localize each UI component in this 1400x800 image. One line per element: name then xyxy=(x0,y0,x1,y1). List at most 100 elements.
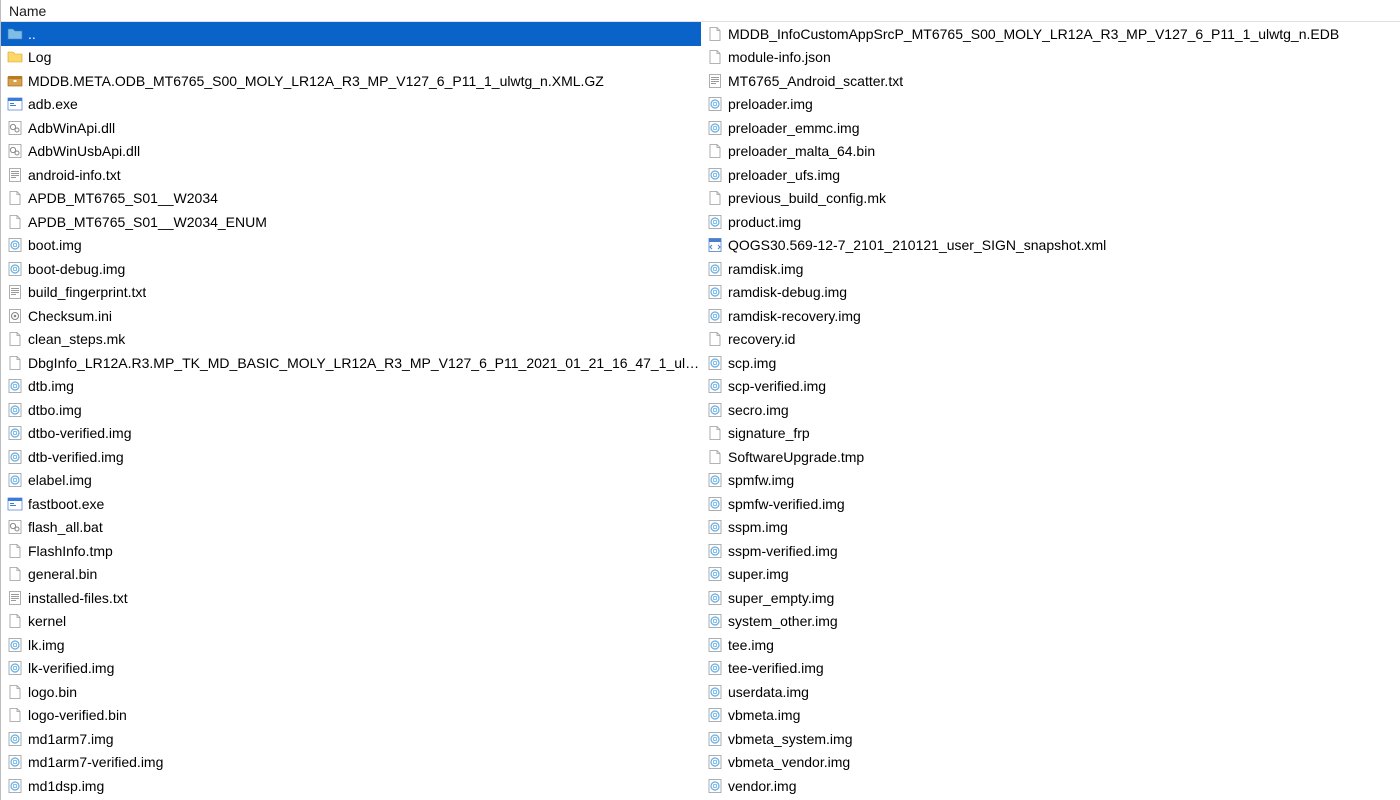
file-row[interactable]: userdata.img xyxy=(701,680,1400,704)
file-row[interactable]: kernel xyxy=(1,610,701,634)
file-row[interactable]: preloader_emmc.img xyxy=(701,116,1400,140)
file-row[interactable]: logo.bin xyxy=(1,680,701,704)
archive-icon xyxy=(7,73,23,89)
file-row[interactable]: md1arm7.img xyxy=(1,727,701,751)
file-row[interactable]: fastboot.exe xyxy=(1,492,701,516)
img-icon xyxy=(707,214,723,230)
xml-icon xyxy=(707,237,723,253)
file-row[interactable]: general.bin xyxy=(1,563,701,587)
file-row[interactable]: boot.img xyxy=(1,234,701,258)
file-icon xyxy=(7,613,23,629)
file-row[interactable]: logo-verified.bin xyxy=(1,704,701,728)
file-row[interactable]: clean_steps.mk xyxy=(1,328,701,352)
img-icon xyxy=(707,778,723,794)
file-name-label: vbmeta_vendor.img xyxy=(728,754,850,770)
column-header-row: Name xyxy=(1,0,1400,22)
file-name-label: dtb-verified.img xyxy=(28,449,124,465)
file-row[interactable]: ramdisk.img xyxy=(701,257,1400,281)
file-row[interactable]: FlashInfo.tmp xyxy=(1,539,701,563)
file-row[interactable]: vbmeta.img xyxy=(701,704,1400,728)
file-row[interactable]: module-info.json xyxy=(701,46,1400,70)
file-name-label: Log xyxy=(28,49,51,65)
file-row[interactable]: adb.exe xyxy=(1,93,701,117)
file-name-label: Checksum.ini xyxy=(28,308,112,324)
column-header-name[interactable]: Name xyxy=(7,3,707,19)
file-row[interactable]: tee.img xyxy=(701,633,1400,657)
file-icon xyxy=(7,214,23,230)
file-row[interactable]: lk.img xyxy=(1,633,701,657)
file-row[interactable]: QOGS30.569-12-7_2101_210121_user_SIGN_sn… xyxy=(701,234,1400,258)
file-row[interactable]: spmfw.img xyxy=(701,469,1400,493)
file-row[interactable]: md1dsp.img xyxy=(1,774,701,798)
file-row[interactable]: sspm-verified.img xyxy=(701,539,1400,563)
file-icon xyxy=(707,425,723,441)
text-icon xyxy=(7,284,23,300)
file-row[interactable]: preloader_ufs.img xyxy=(701,163,1400,187)
file-row[interactable]: lk-verified.img xyxy=(1,657,701,681)
img-icon xyxy=(7,660,23,676)
file-row[interactable]: APDB_MT6765_S01__W2034_ENUM xyxy=(1,210,701,234)
file-row[interactable]: scp-verified.img xyxy=(701,375,1400,399)
file-icon xyxy=(7,543,23,559)
file-name-label: adb.exe xyxy=(28,96,78,112)
file-row[interactable]: vbmeta_vendor.img xyxy=(701,751,1400,775)
exe-icon xyxy=(7,496,23,512)
file-row[interactable]: spmfw-verified.img xyxy=(701,492,1400,516)
file-row[interactable]: flash_all.bat xyxy=(1,516,701,540)
file-row[interactable]: preloader_malta_64.bin xyxy=(701,140,1400,164)
file-name-label: ramdisk-debug.img xyxy=(728,284,847,300)
file-row[interactable]: preloader.img xyxy=(701,93,1400,117)
file-row[interactable]: product.img xyxy=(701,210,1400,234)
file-row[interactable]: AdbWinUsbApi.dll xyxy=(1,140,701,164)
img-icon xyxy=(707,472,723,488)
file-row[interactable]: elabel.img xyxy=(1,469,701,493)
file-row[interactable]: vendor.img xyxy=(701,774,1400,798)
img-icon xyxy=(707,566,723,582)
file-row[interactable]: .. xyxy=(1,22,701,46)
file-row[interactable]: dtbo-verified.img xyxy=(1,422,701,446)
file-row[interactable]: previous_build_config.mk xyxy=(701,187,1400,211)
file-row[interactable]: super.img xyxy=(701,563,1400,587)
file-area[interactable]: .. Log MDDB.META.ODB_MT6765_S00_MOLY_LR12A… xyxy=(1,22,1400,800)
file-row[interactable]: md1arm7-verified.img xyxy=(1,751,701,775)
file-row[interactable]: SoftwareUpgrade.tmp xyxy=(701,445,1400,469)
file-row[interactable]: ramdisk-recovery.img xyxy=(701,304,1400,328)
img-icon xyxy=(7,425,23,441)
img-icon xyxy=(7,237,23,253)
file-row[interactable]: dtb-verified.img xyxy=(1,445,701,469)
file-row[interactable]: boot-debug.img xyxy=(1,257,701,281)
file-row[interactable]: android-info.txt xyxy=(1,163,701,187)
file-row[interactable]: build_fingerprint.txt xyxy=(1,281,701,305)
file-row[interactable]: dtb.img xyxy=(1,375,701,399)
file-row[interactable]: MDDB.META.ODB_MT6765_S00_MOLY_LR12A_R3_M… xyxy=(1,69,701,93)
text-icon xyxy=(7,167,23,183)
file-row[interactable]: installed-files.txt xyxy=(1,586,701,610)
img-icon xyxy=(7,449,23,465)
file-row[interactable]: Checksum.ini xyxy=(1,304,701,328)
file-row[interactable]: dtbo.img xyxy=(1,398,701,422)
file-row[interactable]: MT6765_Android_scatter.txt xyxy=(701,69,1400,93)
img-icon xyxy=(707,96,723,112)
file-row[interactable]: recovery.id xyxy=(701,328,1400,352)
file-name-label: lk.img xyxy=(28,637,65,653)
file-row[interactable]: APDB_MT6765_S01__W2034 xyxy=(1,187,701,211)
file-row[interactable]: super_empty.img xyxy=(701,586,1400,610)
file-row[interactable]: vbmeta_system.img xyxy=(701,727,1400,751)
text-icon xyxy=(7,590,23,606)
file-row[interactable]: MDDB_InfoCustomAppSrcP_MT6765_S00_MOLY_L… xyxy=(701,22,1400,46)
file-name-label: elabel.img xyxy=(28,472,92,488)
file-row[interactable]: secro.img xyxy=(701,398,1400,422)
file-row[interactable]: AdbWinApi.dll xyxy=(1,116,701,140)
file-name-label: product.img xyxy=(728,214,801,230)
file-row[interactable]: scp.img xyxy=(701,351,1400,375)
file-row[interactable]: DbgInfo_LR12A.R3.MP_TK_MD_BASIC_MOLY_LR1… xyxy=(1,351,701,375)
file-row[interactable]: signature_frp xyxy=(701,422,1400,446)
file-row[interactable]: system_other.img xyxy=(701,610,1400,634)
file-row[interactable]: sspm.img xyxy=(701,516,1400,540)
file-name-label: previous_build_config.mk xyxy=(728,190,886,206)
file-row[interactable]: ramdisk-debug.img xyxy=(701,281,1400,305)
file-name-label: android-info.txt xyxy=(28,167,121,183)
file-row[interactable]: Log xyxy=(1,46,701,70)
file-row[interactable]: tee-verified.img xyxy=(701,657,1400,681)
img-icon xyxy=(707,308,723,324)
